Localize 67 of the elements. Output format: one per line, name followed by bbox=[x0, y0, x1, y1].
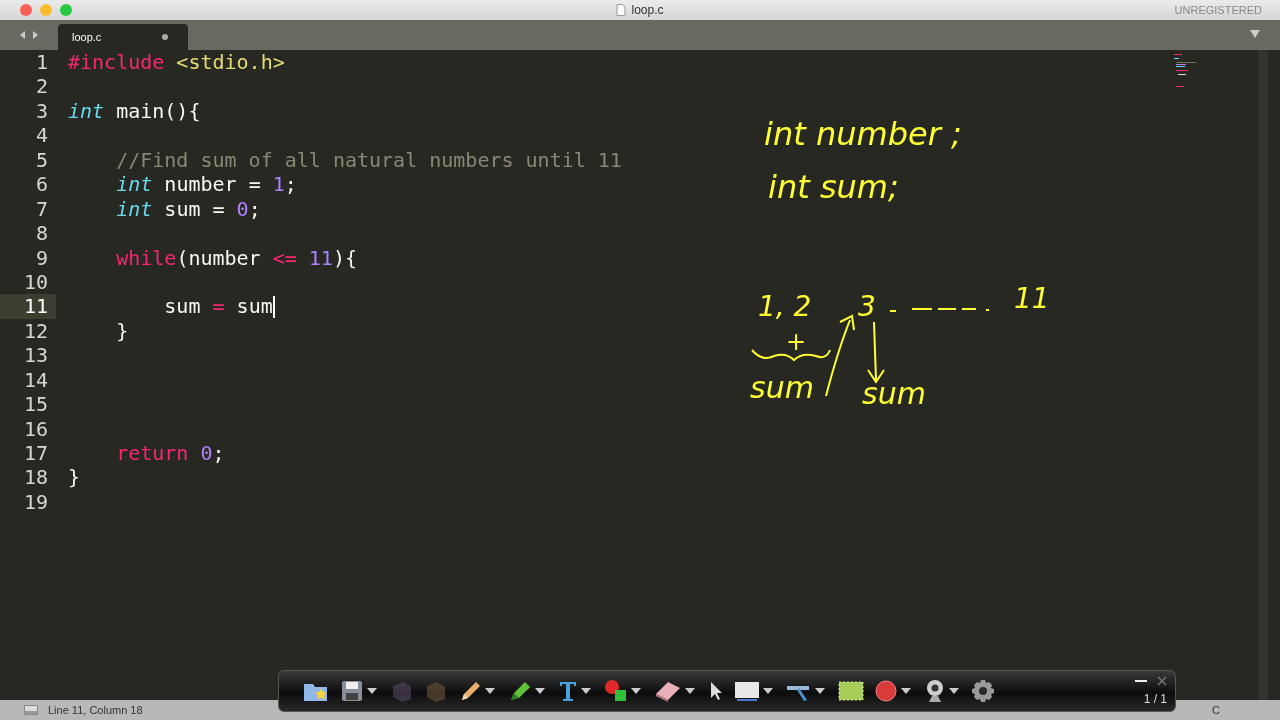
caret-icon[interactable] bbox=[949, 688, 959, 694]
line-number: 19 bbox=[22, 489, 49, 515]
scrollbar-track[interactable] bbox=[1258, 50, 1268, 700]
text-cursor bbox=[272, 295, 275, 318]
line-number: 17 bbox=[22, 441, 49, 466]
handwritten-note: 1, 2 bbox=[758, 290, 812, 324]
window-title: loop.c bbox=[631, 3, 664, 17]
caret-icon[interactable] bbox=[901, 688, 911, 694]
line-number: 13 bbox=[22, 343, 49, 368]
line-number: 9 bbox=[34, 245, 49, 270]
screen-icon[interactable] bbox=[733, 679, 761, 703]
caret-icon[interactable] bbox=[763, 688, 773, 694]
line-number: 10 bbox=[22, 269, 49, 295]
text-tool-icon[interactable] bbox=[557, 679, 579, 703]
code-line: int sum = 0; bbox=[115, 196, 261, 222]
line-number: 7 bbox=[34, 196, 49, 222]
line-number: 15 bbox=[22, 392, 49, 417]
registration-label: UNREGISTERED bbox=[1174, 4, 1263, 16]
panel-toggle-icon[interactable] bbox=[24, 705, 38, 715]
handwritten-note: sum bbox=[750, 370, 814, 406]
dropdown-caret-icon[interactable] bbox=[1250, 30, 1260, 38]
line-number: 1 bbox=[34, 50, 49, 75]
line-number: 8 bbox=[34, 221, 49, 246]
document-icon bbox=[616, 4, 627, 16]
line-number: 12 bbox=[22, 318, 49, 344]
minimize-icon[interactable] bbox=[1135, 679, 1147, 683]
arrow-stroke bbox=[867, 321, 885, 384]
caret-icon[interactable] bbox=[815, 688, 825, 694]
record-icon[interactable] bbox=[873, 678, 899, 704]
handwritten-note: 11 bbox=[1014, 282, 1050, 316]
code-line: sum = sum bbox=[163, 294, 273, 319]
selection-area-icon[interactable] bbox=[837, 680, 865, 702]
line-number: 5 bbox=[34, 147, 49, 173]
file-tab[interactable]: loop.c bbox=[58, 24, 188, 50]
caret-icon[interactable] bbox=[535, 688, 545, 694]
close-icon[interactable] bbox=[1157, 676, 1167, 686]
caret-icon[interactable] bbox=[685, 688, 695, 694]
code-line: } bbox=[115, 318, 129, 344]
caret-icon[interactable] bbox=[485, 688, 495, 694]
line-number: 3 bbox=[34, 98, 49, 124]
code-line: return 0; bbox=[115, 441, 225, 466]
line-number: 16 bbox=[22, 416, 49, 441]
caret-icon[interactable] bbox=[367, 688, 377, 694]
code-line: int main(){ bbox=[68, 98, 201, 124]
settings-icon[interactable] bbox=[971, 679, 995, 703]
handwritten-note: sum bbox=[862, 376, 926, 412]
code-line: } bbox=[68, 465, 81, 490]
handwritten-note: + bbox=[786, 328, 807, 357]
line-number: 18 bbox=[22, 465, 49, 490]
syntax-label[interactable]: C bbox=[1212, 704, 1256, 716]
handwritten-note: 3 bbox=[858, 290, 876, 324]
line-number: 14 bbox=[22, 367, 49, 393]
page-counter: 1 / 1 bbox=[1143, 692, 1167, 706]
line-number: 6 bbox=[34, 172, 49, 197]
line-number: 11 bbox=[0, 294, 56, 319]
handwritten-note: int number ; bbox=[764, 115, 962, 154]
shapes-icon[interactable] bbox=[603, 678, 629, 704]
caret-icon[interactable] bbox=[631, 688, 641, 694]
code-line: #include <stdio.h> bbox=[68, 50, 285, 75]
code-line: int number = 1; bbox=[115, 172, 297, 197]
cursor-position: Line 11, Column 18 bbox=[48, 704, 143, 716]
line-number: 4 bbox=[34, 123, 49, 148]
code-line: //Find sum of all natural numbers until 11 bbox=[115, 147, 622, 173]
caret-icon[interactable] bbox=[581, 688, 591, 694]
code-line: while(number <= 11){ bbox=[115, 245, 357, 270]
line-number: 2 bbox=[34, 74, 49, 99]
handwritten-note: int sum; bbox=[768, 168, 899, 207]
